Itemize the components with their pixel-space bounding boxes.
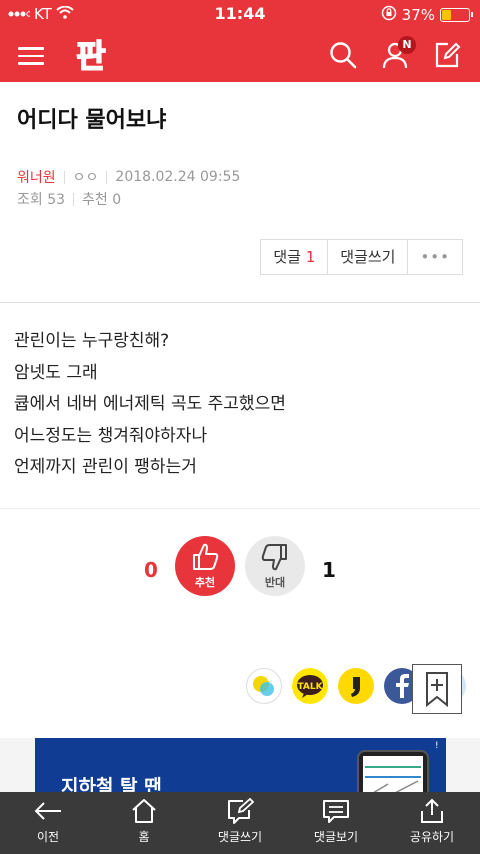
vote-divider (0, 508, 480, 509)
nav-view-comments-label: 댓글보기 (313, 830, 359, 844)
bottom-nav: 이전 홈 댓글쓰기 댓글보기 공유하기 (0, 792, 480, 854)
ad-margin (0, 738, 35, 792)
content-line: 관린이는 누구랑친해? (14, 331, 170, 351)
upvote-count: 0 (144, 558, 158, 582)
comments-button[interactable]: 댓글 1 (261, 240, 329, 274)
ad-phone-image (357, 750, 429, 792)
comma-icon (338, 677, 374, 708)
downvote-count: 1 (322, 558, 336, 582)
author-sub: ㅇㅇ (72, 170, 99, 186)
nav-back[interactable]: 이전 (0, 792, 96, 854)
notification-badge: N (398, 36, 416, 54)
nav-share[interactable]: 공유하기 (384, 792, 480, 854)
nav-share-label: 공유하기 (409, 830, 455, 844)
kakaostory-icon (247, 676, 281, 707)
write-post-button[interactable] (432, 40, 462, 70)
comments-label: 댓글 (273, 248, 301, 266)
post-title: 어디다 물어보냐 (17, 108, 167, 133)
search-icon (328, 42, 358, 74)
nav-back-label: 이전 (36, 830, 60, 844)
bookmark-add-icon (413, 672, 461, 717)
content-line: 언제까지 관린이 팽하는거 (14, 457, 197, 477)
share-kakaopage-button[interactable] (338, 668, 374, 704)
status-bar: KT 11:44 37% (0, 0, 480, 28)
post-datetime: 2018.02.24 09:55 (115, 169, 241, 185)
battery-percent: 37% (401, 6, 435, 24)
profile-button[interactable]: N (380, 36, 416, 70)
kakaotalk-icon: TALK (292, 675, 328, 708)
ad-text: 지하철 탈 땐 (61, 776, 162, 792)
battery-icon (440, 8, 473, 22)
edit-icon (432, 42, 462, 74)
post-meta-author: 워너원 ㅇㅇ 2018.02.24 09:55 (17, 167, 240, 187)
more-button[interactable]: ••• (408, 240, 462, 274)
post-actions: 댓글 1 댓글쓰기 ••• (260, 239, 463, 275)
bookmark-button[interactable] (412, 664, 462, 714)
write-comment-button[interactable]: 댓글쓰기 (328, 240, 409, 274)
downvote-label: 반대 (264, 576, 286, 589)
meta-divider (106, 170, 108, 184)
rotation-lock-icon (381, 5, 397, 25)
content-line: 암넷도 그래 (14, 362, 98, 383)
nav-write-comment-label: 댓글쓰기 (217, 830, 263, 844)
ad-banner[interactable]: 지하철 탈 땐 ! (35, 738, 446, 792)
pann-logo[interactable]: 판 (70, 34, 112, 76)
upvote-button[interactable]: 추천 (175, 536, 235, 596)
nav-write-comment[interactable]: 댓글쓰기 (192, 792, 288, 854)
content-line: 큡에서 네버 에너제틱 곡도 주고했으면 (14, 394, 286, 414)
content-divider (0, 302, 480, 303)
user-icon (380, 42, 410, 74)
meta-divider (63, 170, 65, 184)
kakaotalk-label: TALK (297, 682, 323, 692)
post-body: 관린이는 누구랑친해? 암넷도 그래 큡에서 네버 에너제틱 곡도 주고했으면 … (14, 326, 286, 484)
comments-count: 1 (305, 248, 316, 266)
content-line: 어느정도는 챙겨줘야하자나 (14, 425, 208, 446)
share-kakaostory-button[interactable] (246, 668, 282, 704)
nav-home[interactable]: 홈 (96, 792, 192, 854)
meta-divider (73, 192, 75, 206)
share-kakaotalk-button[interactable]: TALK (292, 668, 328, 704)
recommend-count: 추천 0 (82, 192, 122, 208)
ad-margin (446, 738, 480, 792)
menu-button[interactable] (18, 42, 44, 66)
nav-view-comments[interactable]: 댓글보기 (288, 792, 384, 854)
logo-text: 판 (76, 37, 105, 75)
upvote-label: 추천 (194, 576, 216, 589)
search-button[interactable] (328, 40, 358, 70)
post-meta-stats: 조회 53 추천 0 (17, 189, 121, 209)
view-count: 조회 53 (17, 192, 66, 208)
app-header: 판 N (0, 28, 480, 82)
nav-home-label: 홈 (138, 830, 150, 844)
status-right: 37% (381, 5, 473, 25)
author-name[interactable]: 워너원 (17, 167, 56, 187)
ad-info-icon[interactable]: ! (435, 741, 443, 751)
page: KT 11:44 37% 판 N 어디다 물어보냐 워너원 ㅇㅇ 2018.02… (0, 0, 480, 854)
downvote-button[interactable]: 반대 (245, 536, 305, 596)
